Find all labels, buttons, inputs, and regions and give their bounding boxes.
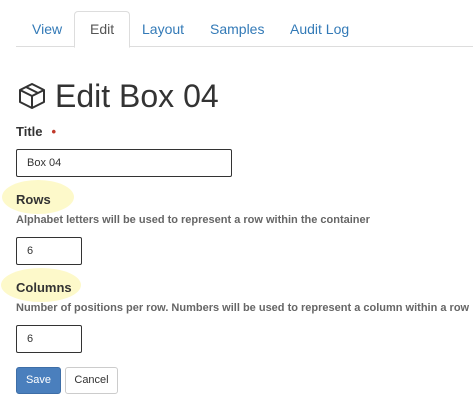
box-icon xyxy=(17,81,47,111)
title-input[interactable]: Box 04 xyxy=(16,149,232,177)
columns-help-text: Number of positions per row. Numbers wil… xyxy=(16,302,470,314)
tab-samples[interactable]: Samples xyxy=(194,11,280,47)
tab-audit-log[interactable]: Audit Log xyxy=(274,11,365,47)
title-field-label: Title • xyxy=(16,124,57,139)
tab-bar: View Edit Layout Samples Audit Log xyxy=(16,11,473,48)
columns-field-label: Columns xyxy=(16,280,72,295)
rows-help-text: Alphabet letters will be used to represe… xyxy=(16,214,370,226)
tab-edit[interactable]: Edit xyxy=(74,11,131,48)
page-title: Edit Box 04 xyxy=(55,78,219,114)
save-button[interactable]: Save xyxy=(16,367,61,394)
page-header: Edit Box 04 xyxy=(17,78,219,114)
rows-input[interactable]: 6 xyxy=(16,237,82,265)
tab-view[interactable]: View xyxy=(16,11,78,47)
columns-input[interactable]: 6 xyxy=(16,325,82,353)
rows-field-label: Rows xyxy=(16,192,51,207)
tab-layout[interactable]: Layout xyxy=(126,11,200,47)
cancel-button[interactable]: Cancel xyxy=(65,367,118,394)
required-marker: • xyxy=(51,124,57,139)
